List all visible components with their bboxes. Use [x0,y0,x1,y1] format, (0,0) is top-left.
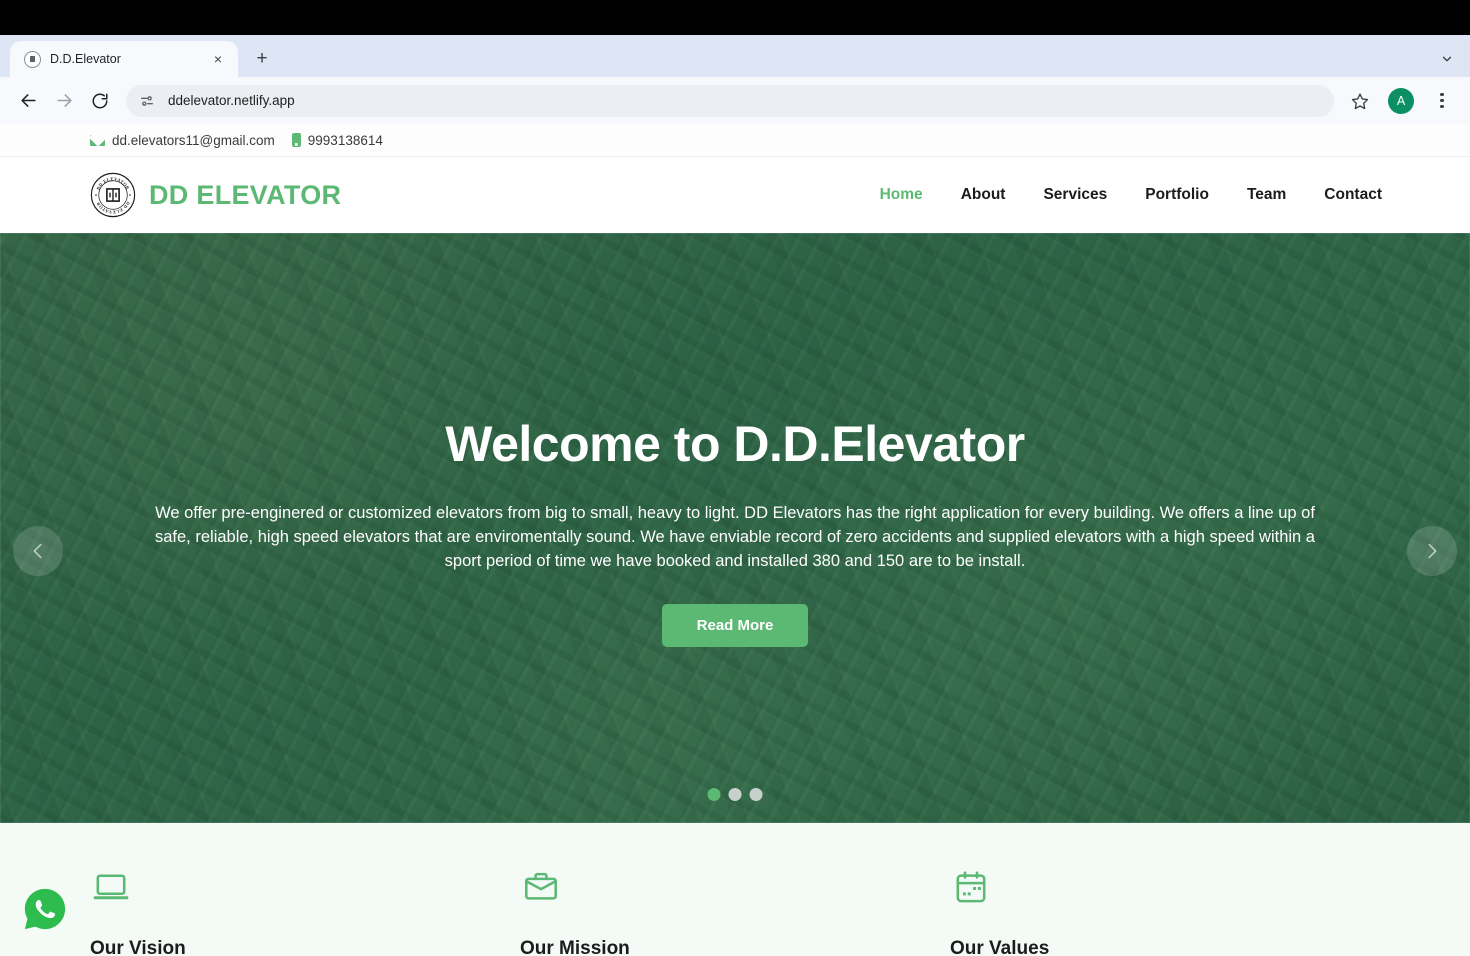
site-contact-bar: dd.elevators11@gmail.com 9993138614 [0,124,1470,157]
forward-arrow-icon[interactable] [48,85,80,117]
laptop-icon [90,869,520,911]
feature-title: Our Values [950,938,1050,956]
hero-carousel: Welcome to D.D.Elevator We offer pre-eng… [0,233,1470,823]
contact-phone-text: 9993138614 [307,132,383,148]
bookmark-star-icon[interactable] [1344,85,1376,117]
profile-avatar[interactable]: A [1388,87,1414,114]
feature-title: Our Mission [520,938,630,956]
phone-icon [291,133,301,147]
calendar-icon [950,869,1380,911]
briefcase-icon [520,869,950,911]
contact-phone[interactable]: 9993138614 [291,132,383,148]
nav-item-about[interactable]: About [961,186,1006,204]
carousel-indicators [707,788,763,801]
feature-title: Our Vision [90,938,186,956]
tab-title: D.D.Elevator [50,52,121,66]
dd-elevator-seal-icon: DD ELEVATOR DD ELEVATOR [90,172,136,218]
nav-item-home[interactable]: Home [880,186,923,204]
main-navigation: Home About Services Portfolio Team Conta… [880,186,1382,204]
tab-close-icon[interactable]: × [208,49,228,69]
feature-our-vision: Our Vision [90,869,520,956]
brand-logo[interactable]: DD ELEVATOR DD ELEVATOR DD ELEVATOR [90,172,341,218]
nav-item-team[interactable]: Team [1247,186,1286,204]
site-header: DD ELEVATOR DD ELEVATOR DD ELEVATOR Home… [0,157,1470,233]
reload-icon[interactable] [84,85,116,117]
nav-item-contact[interactable]: Contact [1324,186,1382,204]
browser-tab[interactable]: D.D.Elevator × [10,41,238,77]
mail-icon [90,134,105,146]
contact-email-text: dd.elevators11@gmail.com [112,132,275,148]
whatsapp-float-button[interactable] [22,886,68,932]
brand-name: DD ELEVATOR [149,179,342,210]
read-more-button[interactable]: Read More [661,604,809,647]
tab-favicon-icon [24,50,41,68]
url-text: ddelevator.netlify.app [168,93,295,108]
site-settings-icon[interactable] [134,88,160,114]
os-top-bar [0,0,1470,35]
nav-item-portfolio[interactable]: Portfolio [1145,186,1209,204]
carousel-prev-chevron-left-icon[interactable] [13,526,63,576]
nav-item-services[interactable]: Services [1043,186,1107,204]
page-viewport: dd.elevators11@gmail.com 9993138614 DD E… [0,124,1470,956]
back-arrow-icon[interactable] [12,85,44,117]
feature-our-mission: Our Mission [520,869,950,956]
features-section: Our Vision Our Mission Our Values [0,823,1470,956]
browser-tab-strip: D.D.Elevator × + [0,35,1470,77]
address-bar[interactable]: ddelevator.netlify.app [126,84,1334,117]
new-tab-button[interactable]: + [247,44,277,74]
tab-list-chevron-down-icon[interactable] [1432,44,1462,74]
hero-description: We offer pre-enginered or customized ele… [155,504,1315,570]
carousel-dot-1[interactable] [707,788,721,801]
carousel-dot-3[interactable] [749,788,763,801]
three-dot-menu-icon[interactable] [1426,85,1458,117]
contact-email[interactable]: dd.elevators11@gmail.com [90,133,275,148]
browser-toolbar: ddelevator.netlify.app A [0,77,1470,124]
carousel-next-chevron-right-icon[interactable] [1407,526,1457,576]
feature-our-values: Our Values [950,869,1380,956]
carousel-dot-2[interactable] [728,788,742,801]
hero-title: Welcome to D.D.Elevator [445,416,1025,472]
whatsapp-icon [24,888,66,930]
